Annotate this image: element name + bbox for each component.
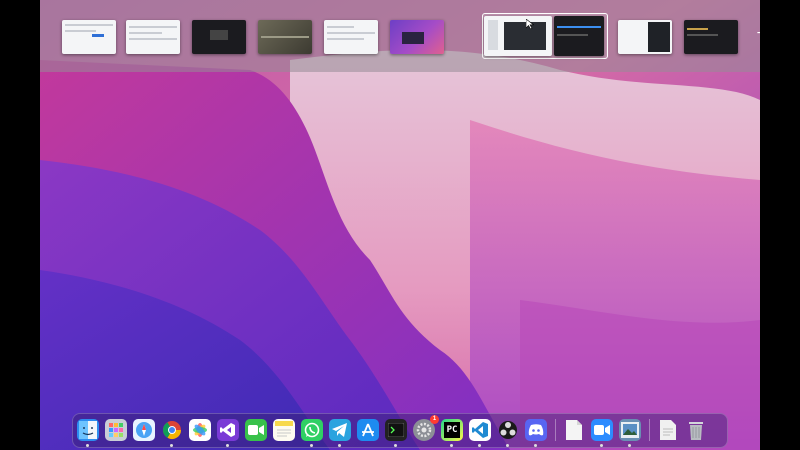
space-thumbnail-media-player-window[interactable] <box>192 20 246 54</box>
finder-icon[interactable] <box>77 419 99 447</box>
file-icon[interactable] <box>657 419 679 441</box>
space-thumbnail-terminal-window[interactable] <box>684 20 738 54</box>
document-icon[interactable] <box>563 419 585 441</box>
notification-badge: 1 <box>430 415 439 424</box>
visual-studio-icon[interactable] <box>217 419 239 447</box>
space-thumbnail-split-editor-window[interactable] <box>484 16 552 56</box>
gear-icon[interactable]: 1 <box>413 415 439 441</box>
photos-icon[interactable] <box>189 419 211 441</box>
desktop: + <box>40 0 760 450</box>
zoom-icon[interactable] <box>591 419 613 447</box>
pycharm-label: PC <box>446 425 458 435</box>
space-thumbnail-desktop[interactable] <box>390 20 444 54</box>
space-thumbnail-document-window[interactable] <box>126 20 180 54</box>
space-thumbnail-browser-window[interactable] <box>62 20 116 54</box>
space-thumbnail-web-page-window[interactable] <box>324 20 378 54</box>
dock: 1 PC <box>72 413 728 448</box>
dock-separator <box>555 419 556 441</box>
plus-icon[interactable]: + <box>757 26 760 42</box>
preview-icon[interactable] <box>619 419 641 447</box>
trash-icon[interactable] <box>685 419 707 441</box>
telegram-icon[interactable] <box>329 419 351 447</box>
obs-icon[interactable] <box>497 419 519 447</box>
launchpad-icon[interactable] <box>105 419 127 441</box>
mission-control-spaces-bar: + <box>40 0 760 72</box>
facetime-icon[interactable] <box>245 419 267 441</box>
discord-icon[interactable] <box>525 419 547 447</box>
space-thumbnail-photo-window[interactable] <box>258 20 312 54</box>
notes-icon[interactable] <box>273 419 295 441</box>
chrome-icon[interactable] <box>161 419 183 447</box>
app-store-icon[interactable] <box>357 419 379 441</box>
vscode-icon[interactable] <box>469 419 491 447</box>
safari-icon[interactable] <box>133 419 155 441</box>
mouse-pointer-icon <box>526 19 534 29</box>
space-thumbnail-code-editor-window[interactable] <box>618 20 672 54</box>
pycharm-icon[interactable]: PC <box>441 419 463 447</box>
space-thumbnail-terminal-editor-window[interactable] <box>554 16 604 56</box>
whatsapp-icon[interactable] <box>301 419 323 447</box>
terminal-icon[interactable] <box>385 419 407 447</box>
dock-separator <box>649 419 650 441</box>
